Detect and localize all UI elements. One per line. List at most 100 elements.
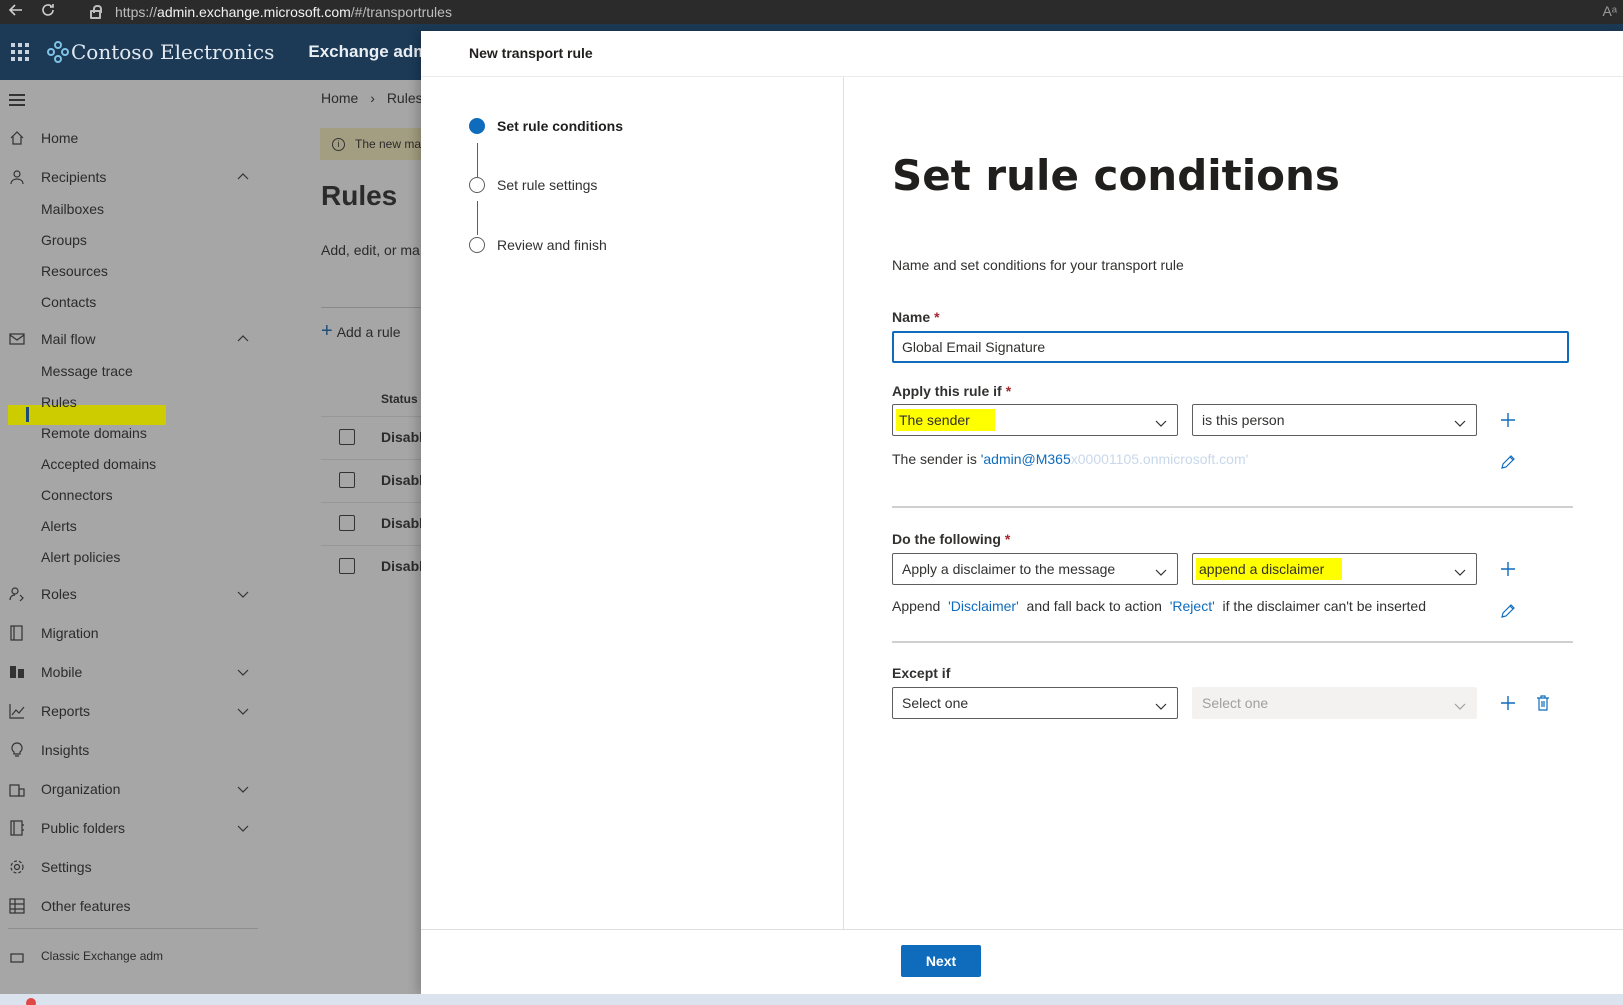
nav-label: Migration — [41, 625, 99, 641]
step-pending-dot-icon — [469, 237, 485, 253]
reject-link[interactable]: 'Reject' — [1170, 598, 1215, 614]
condition-dropdown[interactable]: The sender — [892, 404, 1178, 436]
edit-condition-pencil-icon[interactable] — [1496, 450, 1520, 474]
nav-label: Insights — [41, 742, 90, 758]
exception-predicate-selected: Select one — [1202, 695, 1269, 711]
address-bar[interactable]: https://admin.exchange.microsoft.com/#/t… — [90, 4, 452, 20]
next-button[interactable]: Next — [901, 945, 981, 977]
nav-sub-message-trace[interactable]: Message trace — [41, 357, 133, 385]
hamburger-menu-icon[interactable] — [9, 94, 25, 109]
add-condition-plus-icon[interactable] — [1496, 408, 1520, 432]
breadcrumb-separator: › — [370, 90, 375, 106]
column-header-status[interactable]: Status — [381, 392, 418, 406]
brand[interactable]: Contoso Electronics — [47, 40, 274, 64]
step-review-and-finish[interactable]: Review and finish — [469, 237, 607, 253]
plus-icon: + — [321, 320, 333, 342]
table-row[interactable]: Disabl — [321, 502, 423, 545]
step-set-rule-settings[interactable]: Set rule settings — [469, 177, 597, 193]
step-set-rule-conditions[interactable]: Set rule conditions — [469, 118, 623, 134]
nav-sub-alert-policies[interactable]: Alert policies — [41, 543, 120, 571]
chart-icon — [8, 703, 25, 720]
nav-label: Classic Exchange adm — [41, 949, 164, 963]
breadcrumb: Home › Rules — [321, 90, 423, 106]
add-rule-label: Add a rule — [336, 323, 401, 340]
nav-migration[interactable]: Migration — [0, 617, 273, 649]
back-arrow-icon[interactable] — [0, 2, 32, 23]
row-checkbox[interactable] — [339, 515, 355, 531]
action-subtype-dropdown[interactable]: append a disclaimer — [1192, 553, 1477, 585]
add-rule-button[interactable]: + Add a rule — [321, 320, 401, 343]
nav-organization[interactable]: Organization — [0, 773, 273, 805]
step-pending-dot-icon — [469, 177, 485, 193]
chevron-down-icon — [1155, 416, 1167, 432]
table-row[interactable]: Disabl — [321, 416, 423, 459]
delete-exception-trash-icon[interactable] — [1531, 691, 1555, 715]
grid-icon — [8, 898, 25, 915]
read-aloud-icon[interactable]: Aᵃ — [1602, 3, 1617, 19]
banner-text: The new ma — [355, 137, 422, 151]
section-divider — [892, 641, 1573, 643]
taskbar — [0, 994, 1623, 1005]
rule-name-input[interactable] — [892, 331, 1569, 363]
add-exception-plus-icon[interactable] — [1496, 691, 1520, 715]
nav-public-folders[interactable]: Public folders — [0, 812, 273, 844]
nav-sub-rules[interactable]: Rules — [41, 388, 77, 416]
nav-settings[interactable]: Settings — [0, 851, 273, 883]
refresh-icon[interactable] — [32, 2, 64, 23]
step-current-dot-icon — [469, 118, 485, 134]
nav-mail-flow[interactable]: Mail flow — [0, 323, 273, 355]
nav-insights[interactable]: Insights — [0, 734, 273, 766]
nav-sub-remote-domains[interactable]: Remote domains — [41, 419, 147, 447]
nav-roles[interactable]: Roles — [0, 578, 273, 610]
row-checkbox[interactable] — [339, 558, 355, 574]
nav-sub-resources[interactable]: Resources — [41, 257, 108, 285]
brand-name: Contoso Electronics — [71, 40, 275, 64]
row-status: Disabl — [381, 472, 423, 488]
nav-label: Public folders — [41, 820, 126, 836]
required-marker: * — [1005, 383, 1012, 399]
nav-reports[interactable]: Reports — [0, 695, 273, 727]
chevron-up-icon — [237, 170, 249, 186]
edit-action-pencil-icon[interactable] — [1496, 599, 1520, 623]
nav-sub-groups[interactable]: Groups — [41, 226, 87, 254]
add-action-plus-icon[interactable] — [1496, 557, 1520, 581]
panel-title: New transport rule — [469, 45, 593, 61]
notification-badge-icon[interactable] — [26, 998, 36, 1005]
exception-dropdown[interactable]: Select one — [892, 687, 1178, 719]
name-label: Name * — [892, 309, 940, 325]
contoso-logo-icon — [47, 41, 69, 63]
info-banner: i The new ma — [320, 128, 423, 160]
nav-sub-accepted-domains[interactable]: Accepted domains — [41, 450, 156, 478]
nav-home[interactable]: Home — [0, 122, 273, 154]
form-description: Name and set conditions for your transpo… — [892, 257, 1184, 273]
apply-rule-label: Apply this rule if * — [892, 383, 1011, 399]
nav-mobile[interactable]: Mobile — [0, 656, 273, 688]
chevron-up-icon — [237, 332, 249, 348]
do-following-label: Do the following * — [892, 531, 1010, 547]
nav-classic-exchange[interactable]: Classic Exchange adm — [0, 940, 273, 972]
action-summary-append: Append — [892, 598, 941, 614]
nav-sub-connectors[interactable]: Connectors — [41, 481, 113, 509]
steps-divider — [843, 77, 844, 929]
nav-other-features[interactable]: Other features — [0, 890, 273, 922]
home-icon — [8, 130, 25, 147]
action-dropdown[interactable]: Apply a disclaimer to the message — [892, 553, 1178, 585]
form-heading: Set rule conditions — [892, 151, 1340, 200]
condition-summary-link[interactable]: 'admin@M365 — [981, 451, 1071, 467]
breadcrumb-home[interactable]: Home — [321, 90, 358, 106]
app-launcher-icon[interactable] — [0, 24, 40, 80]
table-row[interactable]: Disabl — [321, 459, 423, 502]
nav-sub-mailboxes[interactable]: Mailboxes — [41, 195, 104, 223]
required-marker: * — [1004, 531, 1011, 547]
table-row[interactable]: Disabl — [321, 545, 423, 588]
disclaimer-link[interactable]: 'Disclaimer' — [948, 598, 1019, 614]
nav-sub-alerts[interactable]: Alerts — [41, 512, 77, 540]
row-checkbox[interactable] — [339, 429, 355, 445]
nav-sub-contacts[interactable]: Contacts — [41, 288, 96, 316]
nav-label: Organization — [41, 781, 121, 797]
row-checkbox[interactable] — [339, 472, 355, 488]
row-status: Disabl — [381, 515, 423, 531]
predicate-selected: is this person — [1202, 412, 1285, 428]
nav-recipients[interactable]: Recipients — [0, 161, 273, 193]
condition-predicate-dropdown[interactable]: is this person — [1192, 404, 1477, 436]
